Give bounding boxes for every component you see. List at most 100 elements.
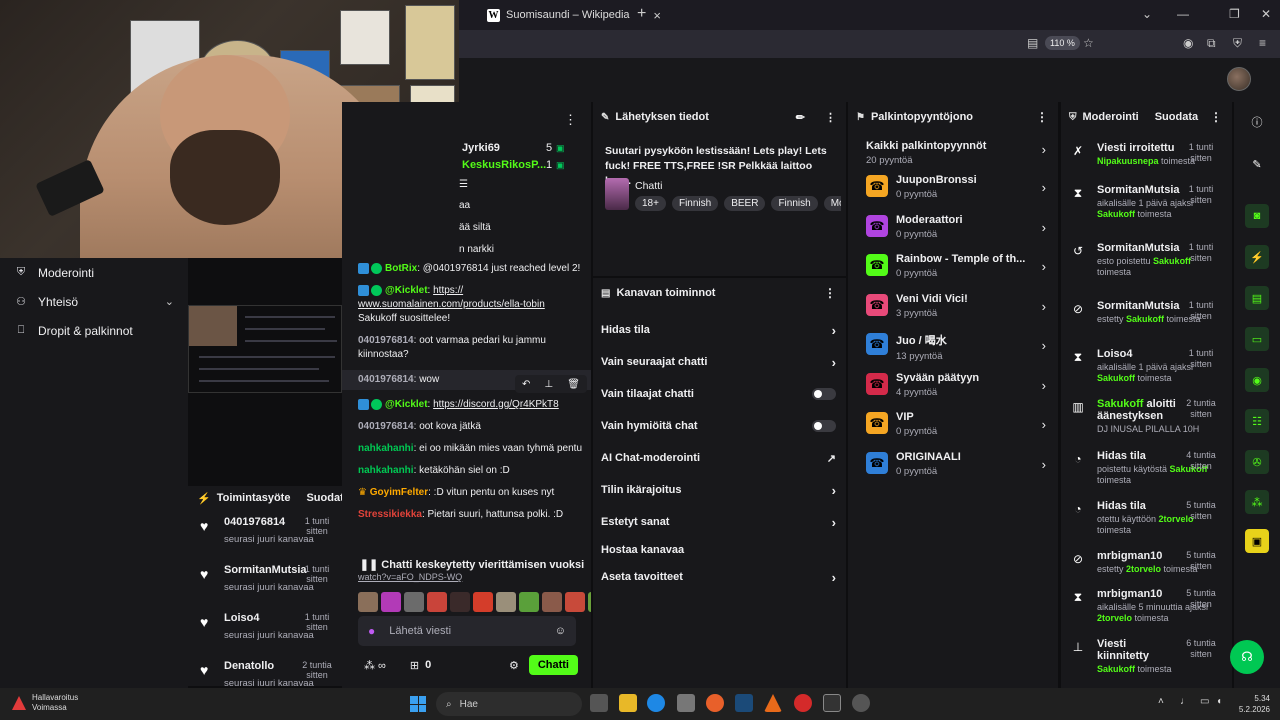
action-set-goals[interactable]: Aseta tavoitteet › (593, 561, 846, 593)
action-followers-only[interactable]: Vain seuraajat chatti › (593, 346, 846, 378)
document-icon[interactable]: ▤ (1245, 286, 1269, 310)
extensions-icon[interactable]: ⧉ (1207, 36, 1216, 51)
action-age-restriction[interactable]: Tilin ikärajoitus › (593, 474, 846, 506)
sidebar-item-community[interactable]: ⚇ Yhteisö ⌄ (0, 287, 188, 316)
layout-icon[interactable]: ☷ (1245, 409, 1269, 433)
mod-log-user[interactable]: Hidas tila (1097, 500, 1181, 512)
action-slow-mode[interactable]: Hidas tila › (593, 314, 846, 346)
emote-icon[interactable] (450, 592, 470, 612)
emote-icon[interactable] (381, 592, 401, 612)
tag[interactable]: Mo (823, 196, 841, 211)
mod-log-user[interactable]: mrbigman10 (1097, 588, 1181, 600)
file-explorer-icon[interactable] (619, 694, 637, 712)
action-ai-moderation[interactable]: AI Chat-moderointi ↗ (593, 442, 846, 474)
action-host-channel[interactable]: Hostaa kanavaa (593, 538, 846, 561)
chat-username[interactable]: 0401976814 (358, 421, 414, 432)
reward-item[interactable]: ☎ Moderaattori 0 pyyntöä › (848, 210, 1058, 250)
mod-log-user[interactable]: Viesti kiinnitetty (1097, 638, 1181, 662)
more-icon[interactable]: ⋮ (825, 111, 836, 124)
reply-icon[interactable]: ↶ (522, 379, 530, 390)
emote-icon[interactable] (588, 592, 591, 612)
avatar[interactable] (1227, 67, 1251, 91)
pencil-icon[interactable]: ✎ (1245, 152, 1269, 176)
tag[interactable]: 18+ (635, 196, 666, 211)
volume-icon[interactable]: ◖ (1216, 696, 1222, 707)
chat-username[interactable]: Stressikiekka (358, 509, 422, 520)
emote-icon[interactable] (542, 592, 562, 612)
chat-paused-banner[interactable]: ❚❚ Chatti keskeytetty vierittämisen vuok… (358, 558, 586, 571)
emote-only-toggle[interactable] (812, 420, 836, 432)
collapse-icon[interactable]: ☰ (459, 179, 468, 190)
leaderboard-name[interactable]: Jyrki69 (462, 142, 500, 154)
mod-log-user[interactable]: SormitanMutsia (1097, 242, 1181, 254)
chat-username[interactable]: nahkahanhi (358, 443, 414, 454)
mod-log-user[interactable]: Viesti irroitettu (1097, 142, 1181, 154)
info-icon[interactable]: ⓘ (1245, 110, 1269, 134)
emote-icon[interactable] (427, 592, 447, 612)
more-icon[interactable]: ⋮ (824, 286, 836, 300)
network-icon[interactable]: ▭ (1200, 696, 1209, 707)
activity-filter-button[interactable]: Suodata (306, 492, 342, 504)
chat-link[interactable]: https://discord.gg/Qr4KPkT8 (433, 399, 559, 410)
reward-item[interactable]: ☎ Juo / 喝水 13 pyyntöä › (848, 328, 1058, 368)
gear-icon[interactable]: ⚙ (509, 659, 519, 672)
stream-category[interactable]: Chatti (635, 180, 662, 192)
zoom-level[interactable]: 110 % (1045, 36, 1080, 50)
close-icon[interactable]: ✕ (1261, 7, 1271, 21)
emote-icon[interactable] (404, 592, 424, 612)
reward-item[interactable]: ☎ Syvään päätyyn 4 pyyntöä › (848, 368, 1058, 408)
menu-icon[interactable]: ≡ (1259, 36, 1266, 50)
steam-icon[interactable] (735, 694, 753, 712)
chat-icon[interactable]: ▭ (1245, 327, 1269, 351)
chevron-down-icon[interactable]: ⌄ (1142, 7, 1152, 21)
weather-widget[interactable]: Hallavaroitus Voimassa (12, 693, 78, 713)
tag[interactable]: Finnish (771, 196, 818, 211)
microphone-icon[interactable]: ♩ (1180, 696, 1190, 707)
store-icon[interactable] (677, 694, 695, 712)
chat-username[interactable]: 0401976814 (358, 373, 414, 387)
reward-item[interactable]: ☎ VIP 0 pyyntöä › (848, 407, 1058, 447)
bookmark-star-icon[interactable]: ☆ (1083, 36, 1094, 50)
leaderboard-name[interactable]: KeskusRikosP... (462, 159, 546, 171)
wrench-icon[interactable]: ✇ (1245, 450, 1269, 474)
stream-preview[interactable] (188, 305, 342, 393)
tab-close-icon[interactable]: × (653, 8, 661, 23)
chevron-up-icon[interactable]: ˄ (1158, 696, 1164, 707)
microphone-icon[interactable]: ● (368, 624, 375, 638)
bolt-icon[interactable]: ⚡ (1245, 245, 1269, 269)
delete-icon[interactable]: 🗑 (567, 379, 580, 390)
taskbar-search[interactable]: ⌕ Hae (436, 692, 582, 716)
pin-icon[interactable]: ⊥ (544, 379, 553, 390)
broadcast-icon[interactable]: ◉ (1245, 368, 1269, 392)
mod-log-user[interactable]: mrbigman10 (1097, 550, 1181, 562)
send-chat-button[interactable]: Chatti (528, 655, 578, 675)
action-blocked-words[interactable]: Estetyt sanat › (593, 506, 846, 538)
mod-log-user[interactable]: Sakukoff aloitti äänestyksen (1097, 398, 1181, 422)
start-icon[interactable] (410, 696, 426, 712)
reward-item[interactable]: ☎ JuuponBronssi 0 pyyntöä › (848, 170, 1058, 210)
account-icon[interactable]: ◉ (1183, 36, 1193, 50)
chat-username[interactable]: @Kicklet (385, 285, 428, 296)
vlc-icon[interactable] (764, 694, 782, 712)
more-icon[interactable]: ⋮ (564, 112, 577, 128)
tag[interactable]: BEER (724, 196, 766, 211)
maximize-icon[interactable]: ❐ (1229, 7, 1240, 21)
shield-icon[interactable]: ⛨ (1233, 36, 1242, 51)
sidebar-item-moderation[interactable]: ⛨ Moderointi (0, 258, 188, 287)
points-icon[interactable]: ⁂ ∞ (364, 659, 386, 672)
clapper-icon[interactable]: ▣ (1245, 529, 1269, 553)
emote-icon[interactable] (519, 592, 539, 612)
mod-log-user[interactable]: SormitanMutsia (1097, 184, 1181, 196)
mod-log-user[interactable]: SormitanMutsia (1097, 300, 1181, 312)
clock[interactable]: 5.34 5.2.2026 (1239, 693, 1270, 715)
emote-icon[interactable] (565, 592, 585, 612)
mod-log-user[interactable]: Hidas tila (1097, 450, 1181, 462)
mod-log-user[interactable]: Loiso4 (1097, 348, 1181, 360)
users-icon[interactable]: ⁂ (1245, 490, 1269, 514)
edge-icon[interactable] (647, 694, 665, 712)
gift-icon[interactable]: ⊞ (410, 659, 419, 672)
reader-view-icon[interactable]: ▤ (1027, 36, 1038, 50)
chat-input[interactable]: ● Lähetä viesti ☺ (358, 616, 576, 646)
camera-icon[interactable]: ◙ (1245, 204, 1269, 228)
subscribers-only-toggle[interactable] (812, 388, 836, 400)
